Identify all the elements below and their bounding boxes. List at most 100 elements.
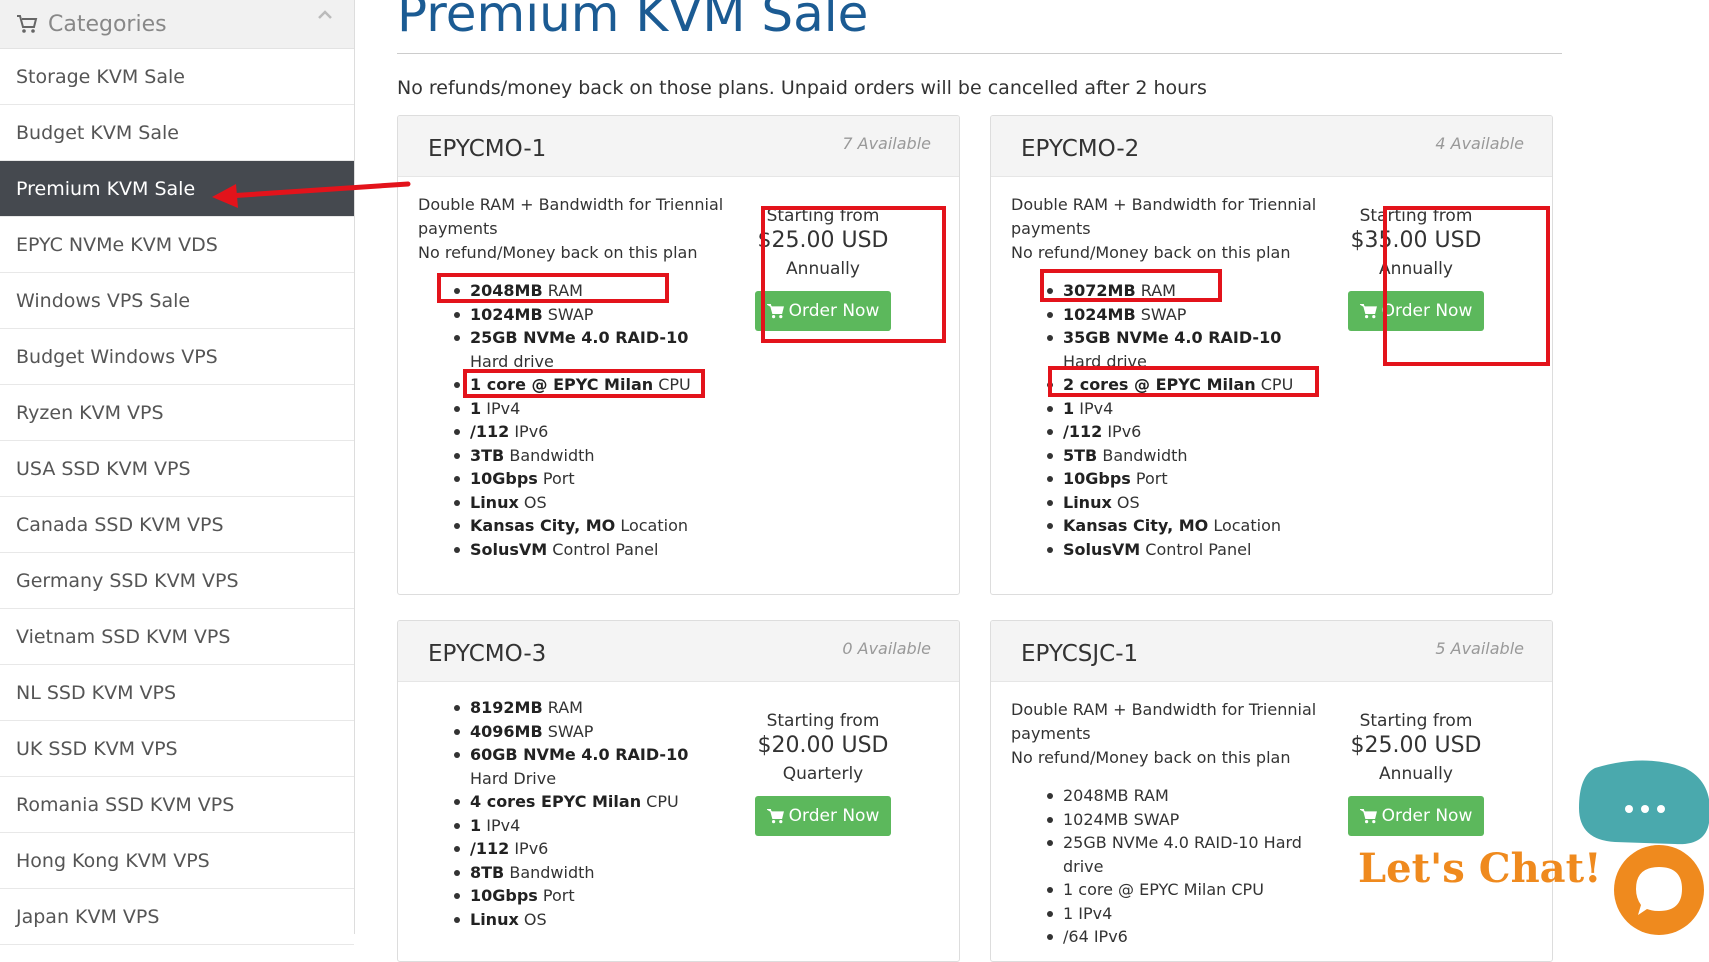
description-line: Double RAM + Bandwidth for Triennial pay… — [1011, 700, 1317, 743]
feature-text: /64 IPv6 — [1063, 927, 1128, 946]
lets-chat-label[interactable]: Let's Chat! — [1358, 845, 1602, 892]
sidebar-item[interactable]: EPYC NVMe KVM VDS — [0, 217, 354, 273]
sidebar-item[interactable]: Japan KVM VPS — [0, 889, 354, 945]
feature-value: 1 — [1063, 398, 1075, 418]
sidebar-item[interactable]: Windows VPS Sale — [0, 273, 354, 329]
feature-item: Linux OS — [450, 908, 710, 932]
card-header: EPYCSJC-1 5 Available — [991, 621, 1552, 682]
feature-item: 10Gbps Port — [450, 467, 710, 491]
description-line: No refund/Money back on this plan — [418, 243, 698, 262]
feature-text: RAM — [542, 698, 583, 717]
feature-text: OS — [518, 909, 547, 929]
order-now-label: Order Now — [788, 806, 880, 826]
sidebar-item[interactable]: Hong Kong KVM VPS — [0, 833, 354, 889]
notice-text: No refunds/money back on those plans. Un… — [397, 77, 1207, 99]
highlight-box — [1040, 269, 1222, 302]
feature-value: Linux — [470, 909, 519, 929]
feature-value: 35GB NVMe 4.0 RAID-10 — [1063, 328, 1282, 347]
chat-bubble-icon[interactable] — [1575, 758, 1709, 848]
feature-item: /64 IPv6 — [1043, 925, 1303, 949]
availability-label: 5 Available — [1435, 639, 1524, 658]
feature-item: /112 IPv6 — [450, 837, 710, 861]
order-now-label: Order Now — [1381, 806, 1473, 826]
feature-value: 1024MB — [1063, 304, 1136, 324]
feature-value: SolusVM — [470, 539, 548, 559]
sidebar-item[interactable]: Romania SSD KVM VPS — [0, 777, 354, 833]
order-now-button[interactable]: Order Now — [1348, 796, 1484, 836]
highlight-box — [437, 273, 669, 303]
cart-icon — [1359, 304, 1377, 319]
product-card: EPYCMO-3 0 Available 8192MB RAM 4096MB SWAP… — [397, 620, 960, 962]
sidebar-item[interactable]: Ryzen KVM VPS — [0, 385, 354, 441]
sidebar-item[interactable]: Budget Windows VPS — [0, 329, 354, 385]
feature-item: 1024MB SWAP — [1043, 303, 1303, 327]
feature-value: 10Gbps — [470, 886, 538, 905]
feature-text: SWAP — [1135, 304, 1187, 324]
sidebar-item[interactable]: Canada SSD KVM VPS — [0, 497, 354, 553]
feature-value: 3TB — [470, 445, 505, 465]
highlight-box — [463, 369, 705, 398]
order-now-button[interactable]: Order Now — [755, 796, 891, 836]
feature-text: Hard Drive — [470, 768, 557, 788]
feature-value: /112 — [1063, 422, 1103, 441]
feature-item: 25GB NVMe 4.0 RAID-10 Hard drive — [1043, 831, 1303, 878]
sidebar-item[interactable]: Budget KVM Sale — [0, 105, 354, 161]
feature-item: 3TB Bandwidth — [450, 444, 710, 468]
chevron-up-icon[interactable] — [316, 6, 334, 24]
feature-list: 8192MB RAM 4096MB SWAP 60GB NVMe 4.0 RAID-… — [450, 696, 710, 931]
product-name: EPYCMO-3 — [428, 641, 547, 667]
feature-text: 1024MB SWAP — [1063, 809, 1180, 829]
chat-launcher-button[interactable] — [1614, 845, 1704, 935]
feature-list: 2048MB RAM 1024MB SWAP 25GB NVMe 4.0 RAID-… — [1043, 784, 1303, 949]
sidebar-item[interactable]: Germany SSD KVM VPS — [0, 553, 354, 609]
feature-text: Bandwidth — [504, 445, 595, 465]
feature-item: 1024MB SWAP — [450, 303, 710, 327]
cart-icon — [17, 15, 38, 33]
feature-text: OS — [518, 492, 547, 512]
description-line: No refund/Money back on this plan — [1011, 748, 1291, 767]
feature-value: Kansas City, MO — [1063, 516, 1209, 535]
feature-value: 1 — [470, 398, 482, 418]
description-line: Double RAM + Bandwidth for Triennial pay… — [418, 195, 724, 238]
feature-value: Linux — [1063, 492, 1112, 512]
feature-text: IPv4 — [1074, 398, 1114, 418]
title-divider — [397, 53, 1562, 54]
categories-sidebar: Categories Storage KVM Sale Budget KVM Sa… — [0, 0, 355, 945]
feature-text: 1 IPv4 — [1063, 903, 1113, 923]
availability-label: 7 Available — [842, 134, 931, 153]
feature-value: Linux — [470, 492, 519, 512]
price-block: Starting from $20.00 USD Quarterly Order No… — [753, 711, 893, 836]
feature-text: Port — [537, 469, 575, 488]
sidebar-item[interactable]: Vietnam SSD KVM VPS — [0, 609, 354, 665]
feature-item: Kansas City, MO Location — [450, 514, 710, 538]
feature-item: 10Gbps Port — [450, 884, 710, 908]
highlight-box — [761, 206, 946, 343]
feature-text: Bandwidth — [1097, 445, 1188, 465]
feature-text: SWAP — [542, 304, 594, 324]
feature-item: 4096MB SWAP — [450, 720, 710, 744]
feature-text: Location — [1208, 516, 1281, 535]
sidebar-item[interactable]: UK SSD KVM VPS — [0, 721, 354, 777]
feature-text: Hard drive — [470, 351, 554, 371]
categories-header[interactable]: Categories — [0, 0, 354, 49]
feature-value: Kansas City, MO — [470, 516, 616, 535]
feature-item: /112 IPv6 — [1043, 420, 1303, 444]
feature-text: IPv4 — [481, 815, 521, 835]
feature-item: 4 cores EPYC Milan CPU — [450, 790, 710, 814]
feature-item: Linux OS — [1043, 491, 1303, 515]
feature-text: Port — [1130, 469, 1168, 488]
cart-icon — [1359, 809, 1377, 824]
sidebar-item[interactable]: NL SSD KVM VPS — [0, 665, 354, 721]
feature-item: SolusVM Control Panel — [450, 538, 710, 562]
feature-item: 60GB NVMe 4.0 RAID-10 Hard Drive — [450, 743, 710, 790]
feature-item: 2048MB RAM — [1043, 784, 1303, 808]
sidebar-item[interactable]: USA SSD KVM VPS — [0, 441, 354, 497]
feature-list: 3072MB RAM 1024MB SWAP 35GB NVMe 4.0 RAID-… — [1043, 279, 1303, 561]
description-line: No refund/Money back on this plan — [1011, 243, 1291, 262]
product-description: Double RAM + Bandwidth for Triennial pay… — [418, 193, 728, 265]
feature-text: 1 core @ EPYC Milan CPU — [1063, 880, 1264, 899]
cart-icon — [766, 809, 784, 824]
arrow-annotation — [212, 181, 411, 208]
sidebar-item[interactable]: Storage KVM Sale — [0, 49, 354, 105]
feature-text: IPv6 — [509, 839, 549, 858]
